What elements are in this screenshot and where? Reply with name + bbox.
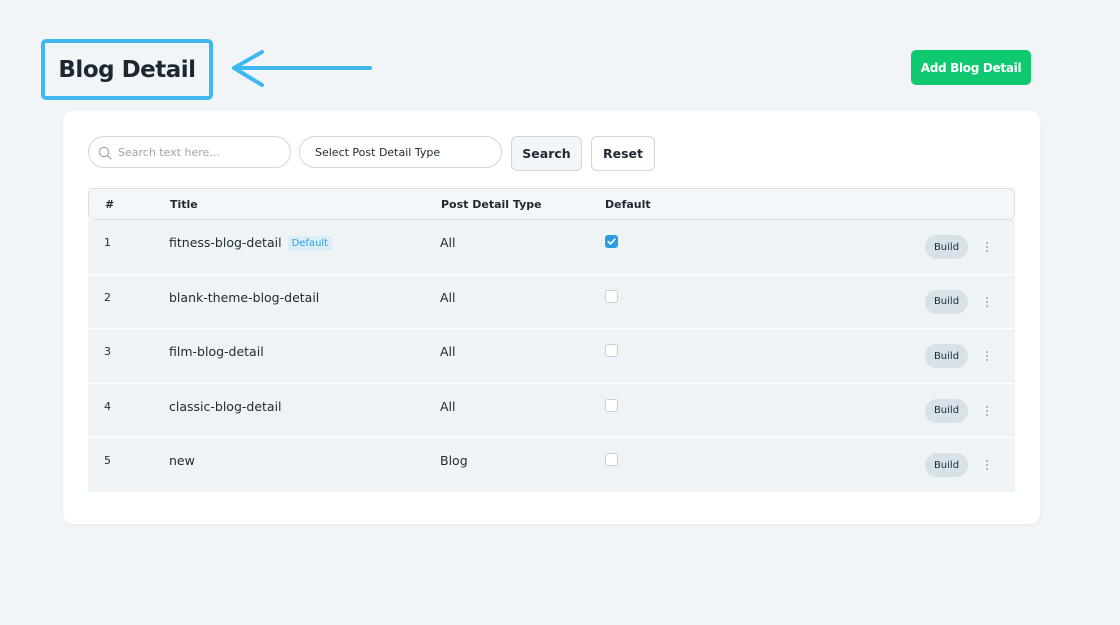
- reset-button[interactable]: Reset: [591, 136, 655, 171]
- row-type: All: [440, 235, 456, 250]
- build-button[interactable]: Build: [925, 398, 968, 423]
- more-vertical-icon[interactable]: [981, 401, 993, 421]
- table-row: 1 fitness-blog-detail Default All Build: [88, 220, 1015, 275]
- row-title: blank-theme-blog-detail: [169, 289, 320, 305]
- select-label: Select Post Detail Type: [315, 145, 441, 159]
- add-blog-detail-button[interactable]: Add Blog Detail: [911, 50, 1031, 85]
- default-badge: Default: [287, 236, 333, 251]
- check-icon: [607, 238, 616, 245]
- row-type: All: [440, 289, 456, 305]
- row-type: All: [440, 344, 456, 359]
- more-vertical-icon[interactable]: [981, 346, 993, 366]
- table-row: 2 blank-theme-blog-detail All Build: [88, 274, 1015, 329]
- default-checkbox[interactable]: [605, 398, 618, 412]
- blog-detail-table: # Title Post Detail Type Default 1 fitne…: [88, 188, 1015, 493]
- row-title: classic-blog-detail: [169, 398, 282, 414]
- default-checkbox[interactable]: [605, 344, 618, 357]
- row-title-text: fitness-blog-detail: [169, 235, 282, 250]
- column-header-number: #: [105, 198, 115, 211]
- build-button[interactable]: Build: [925, 453, 968, 477]
- column-header-default: Default: [605, 198, 651, 211]
- more-vertical-icon[interactable]: [981, 292, 993, 312]
- row-number: 1: [104, 236, 111, 249]
- row-number: 5: [104, 454, 111, 467]
- more-vertical-icon[interactable]: [981, 455, 993, 475]
- row-title: fitness-blog-detail Default: [169, 235, 333, 251]
- column-header-title: Title: [170, 198, 198, 211]
- table-header: # Title Post Detail Type Default: [88, 188, 1015, 220]
- row-title: new: [169, 453, 195, 468]
- row-type: Blog: [440, 453, 468, 468]
- row-number: 2: [104, 290, 111, 304]
- build-button[interactable]: Build: [925, 289, 968, 314]
- build-button[interactable]: Build: [925, 235, 968, 259]
- default-checkbox[interactable]: [605, 235, 618, 248]
- post-detail-type-select[interactable]: Select Post Detail Type: [299, 136, 502, 168]
- page-title: Blog Detail: [58, 56, 196, 83]
- table-row: 5 new Blog Build: [88, 438, 1015, 493]
- search-field[interactable]: [88, 136, 291, 168]
- default-checkbox[interactable]: [605, 453, 618, 466]
- arrow-left-icon: [232, 50, 372, 87]
- default-checkbox[interactable]: [605, 289, 618, 303]
- column-header-type: Post Detail Type: [441, 198, 542, 211]
- row-number: 4: [104, 399, 111, 413]
- more-vertical-icon[interactable]: [981, 237, 993, 257]
- search-icon: [98, 146, 112, 160]
- blog-detail-card: Select Post Detail Type Search Reset # T…: [63, 111, 1040, 524]
- page-title-highlight: Blog Detail: [41, 39, 213, 100]
- row-number: 3: [104, 345, 111, 358]
- build-button[interactable]: Build: [925, 344, 968, 368]
- row-type: All: [440, 398, 456, 414]
- row-title: film-blog-detail: [169, 344, 264, 359]
- search-button[interactable]: Search: [511, 136, 582, 171]
- table-row: 4 classic-blog-detail All Build: [88, 383, 1015, 438]
- search-input[interactable]: [118, 137, 288, 167]
- table-row: 3 film-blog-detail All Build: [88, 329, 1015, 384]
